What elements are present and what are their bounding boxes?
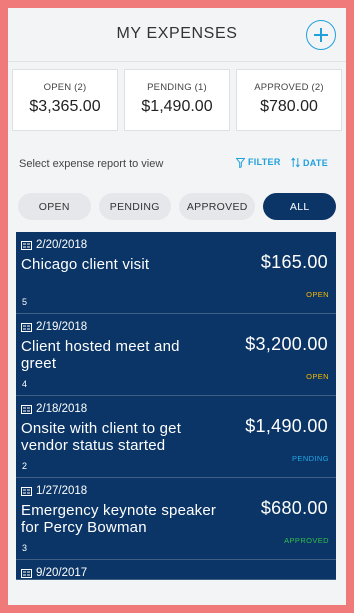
tab-all[interactable]: ALL	[263, 193, 336, 220]
summary-card-pending[interactable]: PENDING (1) $1,490.00	[124, 69, 230, 131]
receipt-icon	[21, 568, 32, 578]
summary-amount: $3,365.00	[29, 98, 101, 115]
expense-date-text: 9/20/2017	[36, 567, 88, 579]
expense-title: Client hosted meet and greet	[21, 338, 180, 372]
summary-card-approved[interactable]: APPROVED (2) $780.00	[236, 69, 342, 131]
summary-label: PENDING (1)	[147, 82, 207, 93]
status-tabs: OPEN PENDING APPROVED ALL	[18, 193, 336, 220]
expense-count: 4	[22, 379, 28, 389]
filter-prompt: Select expense report to view	[19, 158, 164, 170]
status-badge: OPEN	[306, 372, 329, 381]
summary-cards: OPEN (2) $3,365.00 PENDING (1) $1,490.00…	[8, 62, 346, 144]
expense-title: Emergency keynote speaker for Percy Bowm…	[21, 502, 217, 536]
receipt-icon	[21, 404, 32, 414]
expense-date: 2/20/2018	[21, 239, 87, 251]
expense-title: Chicago client visit	[21, 256, 150, 273]
expense-date: 2/18/2018	[21, 403, 87, 415]
filter-label: FILTER	[248, 157, 281, 167]
tab-open[interactable]: OPEN	[18, 193, 91, 220]
date-label: DATE	[303, 157, 329, 168]
expense-count: 2	[22, 461, 28, 471]
expense-item[interactable]: 2/19/2018 Client hosted meet and greet $…	[16, 314, 336, 396]
page-title: MY EXPENSES	[116, 25, 238, 42]
receipt-icon	[21, 486, 32, 496]
summary-amount: $780.00	[260, 98, 318, 115]
funnel-icon	[236, 157, 245, 168]
expense-item[interactable]: 9/20/2017	[16, 560, 336, 580]
summary-label: APPROVED (2)	[254, 82, 324, 93]
expense-item[interactable]: 2/20/2018 Chicago client visit $165.00 5…	[16, 232, 336, 314]
expense-amount: $680.00	[260, 498, 328, 518]
phone-screen: MY EXPENSES OPEN (2) $3,365.00 PENDING (…	[8, 8, 346, 605]
expense-count: 3	[22, 543, 28, 553]
sort-icon	[291, 157, 300, 168]
filter-button[interactable]: FILTER	[236, 157, 281, 168]
expense-count: 5	[22, 297, 28, 307]
status-badge: OPEN	[306, 290, 329, 299]
expense-amount: $165.00	[260, 252, 328, 272]
expense-date: 9/20/2017	[21, 567, 87, 579]
expense-amount: $3,200.00	[245, 334, 328, 354]
expense-list[interactable]: 2/20/2018 Chicago client visit $165.00 5…	[16, 232, 336, 605]
expense-amount: $1,490.00	[245, 416, 328, 436]
expense-date-text: 2/18/2018	[36, 403, 88, 415]
summary-amount: $1,490.00	[141, 98, 213, 115]
summary-card-open[interactable]: OPEN (2) $3,365.00	[12, 69, 118, 131]
receipt-icon	[21, 240, 32, 250]
expense-item[interactable]: 1/27/2018 Emergency keynote speaker for …	[16, 478, 336, 560]
expense-item[interactable]: 2/18/2018 Onsite with client to get vend…	[16, 396, 336, 478]
sort-date-button[interactable]: DATE	[291, 157, 328, 168]
receipt-icon	[21, 322, 32, 332]
expense-date: 1/27/2018	[21, 485, 87, 497]
tab-approved[interactable]: APPROVED	[179, 193, 256, 220]
expense-date-text: 2/19/2018	[36, 321, 88, 333]
summary-label: OPEN (2)	[43, 82, 87, 93]
tab-pending[interactable]: PENDING	[98, 193, 172, 220]
expense-title: Onsite with client to get vendor status …	[21, 420, 182, 454]
expense-date-text: 2/20/2018	[36, 239, 88, 251]
status-badge: PENDING	[292, 454, 329, 463]
status-badge: APPROVED	[284, 536, 329, 545]
app-header: MY EXPENSES	[8, 8, 346, 62]
expense-date-text: 1/27/2018	[36, 485, 88, 497]
add-expense-button[interactable]	[306, 20, 336, 50]
expense-date: 2/19/2018	[21, 321, 87, 333]
filter-row: Select expense report to view FILTER DAT…	[8, 154, 346, 174]
